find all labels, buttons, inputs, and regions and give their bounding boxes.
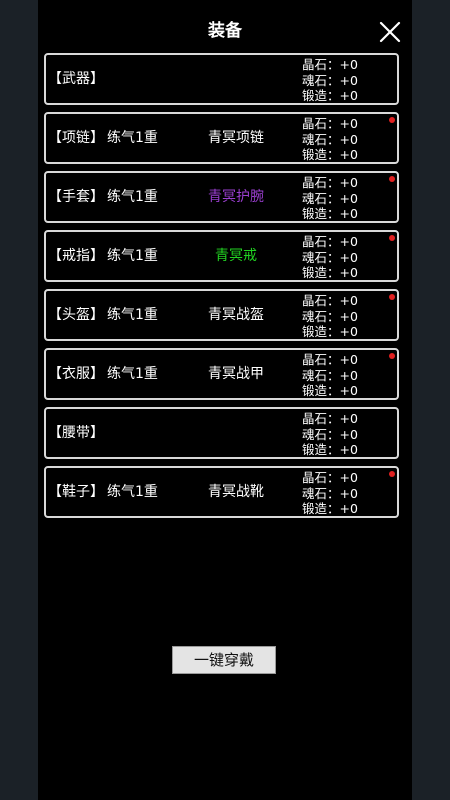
slot-stats: 晶石：+0 魂石：+0 锻造：+0 — [302, 470, 358, 517]
slot-stats: 晶石：+0 魂石：+0 锻造：+0 — [302, 57, 358, 104]
stat-line: 晶石：+0 — [302, 470, 358, 485]
left-margin — [0, 0, 38, 800]
stat-line: 晶石：+0 — [302, 352, 358, 367]
stat-line: 魂石：+0 — [302, 485, 358, 501]
slot-stats: 晶石：+0 魂石：+0 锻造：+0 — [302, 116, 358, 163]
notification-dot — [389, 176, 395, 182]
equipment-slot[interactable]: 【戒指】 练气1重 青冥戒 晶石：+0 魂石：+0 锻造：+0 — [44, 230, 399, 282]
stat-line: 锻造：+0 — [302, 206, 358, 221]
equipment-slot[interactable]: 【武器】 晶石：+0 魂石：+0 锻造：+0 — [44, 53, 399, 105]
notification-dot — [389, 471, 395, 477]
slot-level: 练气1重 — [107, 366, 158, 382]
equipped-item-name: 青冥戒 — [215, 248, 257, 264]
right-margin — [412, 0, 450, 800]
equipment-slot[interactable]: 【腰带】 晶石：+0 魂石：+0 锻造：+0 — [44, 407, 399, 459]
slot-stats: 晶石：+0 魂石：+0 锻造：+0 — [302, 234, 358, 281]
stat-line: 魂石：+0 — [302, 131, 358, 147]
notification-dot — [389, 235, 395, 241]
equipment-panel: 装备 【武器】 晶石：+0 魂石：+0 锻造：+0 【项链】 练气1重 青冥项链 晶石：+0 魂… — [38, 0, 412, 800]
stat-line: 魂石：+0 — [302, 190, 358, 206]
stat-line: 晶石：+0 — [302, 293, 358, 308]
equipped-item-name: 青冥项链 — [208, 130, 264, 146]
close-button[interactable] — [378, 20, 402, 44]
slot-level: 练气1重 — [107, 130, 158, 146]
equipment-slot[interactable]: 【衣服】 练气1重 青冥战甲 晶石：+0 魂石：+0 锻造：+0 — [44, 348, 399, 400]
stat-line: 晶石：+0 — [302, 116, 358, 131]
stat-line: 锻造：+0 — [302, 324, 358, 339]
notification-dot — [389, 117, 395, 123]
equipment-slot[interactable]: 【头盔】 练气1重 青冥战盔 晶石：+0 魂石：+0 锻造：+0 — [44, 289, 399, 341]
stat-line: 晶石：+0 — [302, 57, 358, 72]
page-title: 装备 — [208, 21, 242, 41]
slot-name: 【手套】 — [48, 189, 104, 205]
stat-line: 锻造：+0 — [302, 442, 358, 457]
slot-name: 【戒指】 — [48, 248, 104, 264]
slot-stats: 晶石：+0 魂石：+0 锻造：+0 — [302, 175, 358, 222]
stat-line: 魂石：+0 — [302, 367, 358, 383]
notification-dot — [389, 353, 395, 359]
equipped-item-name: 青冥战盔 — [208, 307, 264, 323]
stat-line: 晶石：+0 — [302, 234, 358, 249]
stat-line: 锻造：+0 — [302, 147, 358, 162]
stat-line: 魂石：+0 — [302, 308, 358, 324]
slot-level: 练气1重 — [107, 484, 158, 500]
slot-stats: 晶石：+0 魂石：+0 锻造：+0 — [302, 293, 358, 340]
slot-name: 【头盔】 — [48, 307, 104, 323]
slot-name: 【武器】 — [48, 71, 104, 87]
close-icon — [379, 21, 401, 43]
slot-name: 【项链】 — [48, 130, 104, 146]
stat-line: 锻造：+0 — [302, 265, 358, 280]
notification-dot — [389, 294, 395, 300]
equip-all-button[interactable]: 一键穿戴 — [172, 646, 276, 674]
equipped-item-name: 青冥战甲 — [208, 366, 264, 382]
slot-name: 【腰带】 — [48, 425, 104, 441]
stat-line: 锻造：+0 — [302, 383, 358, 398]
slot-level: 练气1重 — [107, 189, 158, 205]
equipment-slot[interactable]: 【鞋子】 练气1重 青冥战靴 晶石：+0 魂石：+0 锻造：+0 — [44, 466, 399, 518]
stat-line: 锻造：+0 — [302, 501, 358, 516]
stat-line: 锻造：+0 — [302, 88, 358, 103]
stat-line: 魂石：+0 — [302, 72, 358, 88]
stat-line: 魂石：+0 — [302, 249, 358, 265]
equipped-item-name: 青冥战靴 — [208, 484, 264, 500]
slot-level: 练气1重 — [107, 307, 158, 323]
stat-line: 晶石：+0 — [302, 175, 358, 190]
equipment-slot[interactable]: 【手套】 练气1重 青冥护腕 晶石：+0 魂石：+0 锻造：+0 — [44, 171, 399, 223]
slot-name: 【衣服】 — [48, 366, 104, 382]
slot-stats: 晶石：+0 魂石：+0 锻造：+0 — [302, 411, 358, 458]
slot-stats: 晶石：+0 魂石：+0 锻造：+0 — [302, 352, 358, 399]
equipped-item-name: 青冥护腕 — [208, 189, 264, 205]
equipment-slot[interactable]: 【项链】 练气1重 青冥项链 晶石：+0 魂石：+0 锻造：+0 — [44, 112, 399, 164]
slot-level: 练气1重 — [107, 248, 158, 264]
slot-name: 【鞋子】 — [48, 484, 104, 500]
stat-line: 晶石：+0 — [302, 411, 358, 426]
stat-line: 魂石：+0 — [302, 426, 358, 442]
